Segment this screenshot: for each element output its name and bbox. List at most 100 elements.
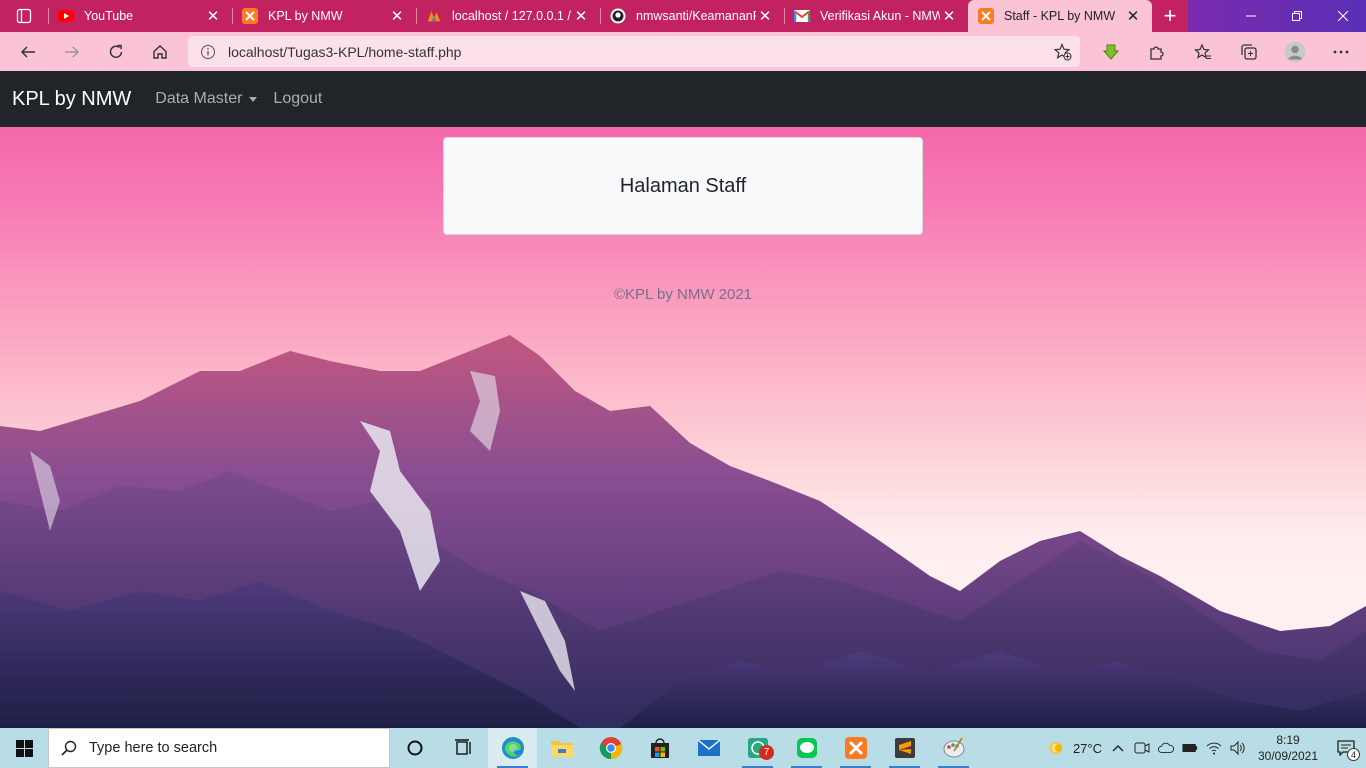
favorites-button[interactable]	[1180, 32, 1226, 71]
site-navbar: KPL by NMW Data Master Logout	[0, 71, 1366, 127]
tab-github[interactable]: nmwsanti/KeamananP ✕	[600, 0, 784, 32]
start-button[interactable]	[0, 728, 48, 768]
network-button[interactable]	[1202, 728, 1226, 768]
close-tab-icon[interactable]: ✕	[756, 7, 774, 25]
action-center-button[interactable]: 4	[1326, 728, 1366, 768]
collections-button[interactable]	[1226, 32, 1272, 71]
navbar-brand[interactable]: KPL by NMW	[12, 88, 131, 111]
close-tab-icon[interactable]: ✕	[388, 7, 406, 25]
tab-phpmyadmin[interactable]: localhost / 127.0.0.1 / k ✕	[416, 0, 600, 32]
tab-staff-active[interactable]: Staff - KPL by NMW ✕	[968, 0, 1152, 32]
windows-logo-icon	[15, 739, 33, 757]
taskbar-whatsapp[interactable]: 7	[733, 728, 782, 768]
speaker-icon	[1230, 741, 1245, 755]
line-icon	[796, 738, 817, 758]
show-hidden-icons-button[interactable]	[1106, 728, 1130, 768]
cortana-button[interactable]	[390, 728, 439, 768]
arrow-left-icon	[20, 45, 35, 58]
battery-button[interactable]	[1178, 728, 1202, 768]
back-button[interactable]	[6, 32, 50, 71]
close-tab-icon[interactable]: ✕	[940, 7, 958, 25]
caret-down-icon	[249, 96, 258, 102]
tab-actions-button[interactable]	[0, 0, 48, 32]
toolbar-actions	[1088, 32, 1364, 71]
taskbar-sublime[interactable]	[880, 728, 929, 768]
address-bar[interactable]: localhost/Tugas3-KPL/home-staff.php	[188, 36, 1080, 67]
plus-icon: +	[1163, 3, 1177, 28]
close-window-button[interactable]	[1320, 0, 1366, 32]
add-favorite-icon[interactable]	[1053, 42, 1072, 66]
battery-icon	[1182, 744, 1198, 752]
minimize-button[interactable]	[1228, 0, 1274, 32]
profile-button[interactable]	[1272, 32, 1318, 71]
home-button[interactable]	[138, 32, 182, 71]
weather-sun-icon	[1049, 742, 1062, 754]
url-text[interactable]: localhost/Tugas3-KPL/home-staff.php	[228, 44, 461, 60]
window-controls	[1228, 0, 1366, 32]
tab-title: YouTube	[84, 9, 134, 23]
nav-logout-link[interactable]: Logout	[273, 90, 322, 108]
taskbar-chrome[interactable]	[586, 728, 635, 768]
nav-data-master-dropdown[interactable]: Data Master	[155, 90, 258, 108]
clock-date: 30/09/2021	[1257, 749, 1319, 763]
paint-icon	[943, 737, 964, 758]
close-tab-icon[interactable]: ✕	[1124, 7, 1142, 25]
favorites-icon	[1194, 43, 1211, 59]
mail-icon	[697, 739, 720, 756]
tab-title: localhost / 127.0.0.1 / k	[452, 9, 572, 23]
taskbar-mail[interactable]	[684, 728, 733, 768]
github-icon	[610, 8, 626, 24]
weather-temperature: 27°C	[1072, 740, 1102, 756]
task-view-button[interactable]	[439, 728, 488, 768]
chrome-icon	[599, 737, 622, 760]
info-icon[interactable]	[188, 44, 228, 60]
task-view-icon	[454, 739, 471, 755]
weather-widget[interactable]: 27°C	[1043, 728, 1106, 768]
cloud-icon	[1158, 742, 1174, 753]
meet-now-button[interactable]	[1130, 728, 1154, 768]
edge-icon	[501, 737, 524, 759]
tab-youtube[interactable]: YouTube ✕	[48, 0, 232, 32]
tab-title: nmwsanti/KeamananP	[636, 9, 756, 23]
close-tab-icon[interactable]: ✕	[572, 7, 590, 25]
collections-icon	[1241, 43, 1257, 60]
gmail-icon	[794, 8, 810, 24]
tab-gmail[interactable]: Verifikasi Akun - NMW ✕	[784, 0, 968, 32]
home-icon	[153, 44, 167, 59]
footer-copyright: ©KPL by NMW 2021	[613, 286, 753, 303]
minimize-icon	[1246, 15, 1256, 17]
extensions-button[interactable]	[1134, 32, 1180, 71]
restore-button[interactable]	[1274, 0, 1320, 32]
taskbar-line[interactable]	[782, 728, 831, 768]
tab-kpl[interactable]: KPL by NMW ✕	[232, 0, 416, 32]
search-icon	[49, 740, 89, 756]
xampp-icon	[242, 8, 258, 24]
refresh-icon	[109, 44, 123, 58]
puzzle-icon	[1150, 45, 1164, 60]
clock-time: 8:19	[1276, 733, 1300, 747]
tab-title: KPL by NMW	[268, 9, 343, 23]
system-tray: 27°C 8:19 30/09/2021 4	[1043, 728, 1366, 768]
restore-icon	[1292, 11, 1302, 21]
taskbar-store[interactable]	[635, 728, 684, 768]
taskbar-paint[interactable]	[929, 728, 978, 768]
youtube-icon	[58, 8, 74, 24]
settings-more-button[interactable]	[1318, 32, 1364, 71]
onedrive-button[interactable]	[1154, 728, 1178, 768]
taskbar-xampp[interactable]	[831, 728, 880, 768]
refresh-button[interactable]	[94, 32, 138, 71]
arrow-right-icon	[65, 45, 80, 58]
close-tab-icon[interactable]: ✕	[204, 7, 222, 25]
new-tab-button[interactable]: +	[1152, 0, 1188, 32]
taskbar-edge[interactable]	[488, 728, 537, 768]
idm-extension-button[interactable]	[1088, 32, 1134, 71]
tab-title: Staff - KPL by NMW	[1004, 9, 1116, 23]
taskbar-file-explorer[interactable]	[537, 728, 586, 768]
sublime-icon	[894, 738, 915, 758]
forward-button[interactable]	[50, 32, 94, 71]
taskbar-clock[interactable]: 8:19 30/09/2021	[1250, 732, 1326, 764]
cortana-icon	[407, 740, 422, 756]
store-icon	[650, 738, 669, 758]
volume-button[interactable]	[1226, 728, 1250, 768]
taskbar-search-box[interactable]: Type here to search	[48, 728, 390, 768]
